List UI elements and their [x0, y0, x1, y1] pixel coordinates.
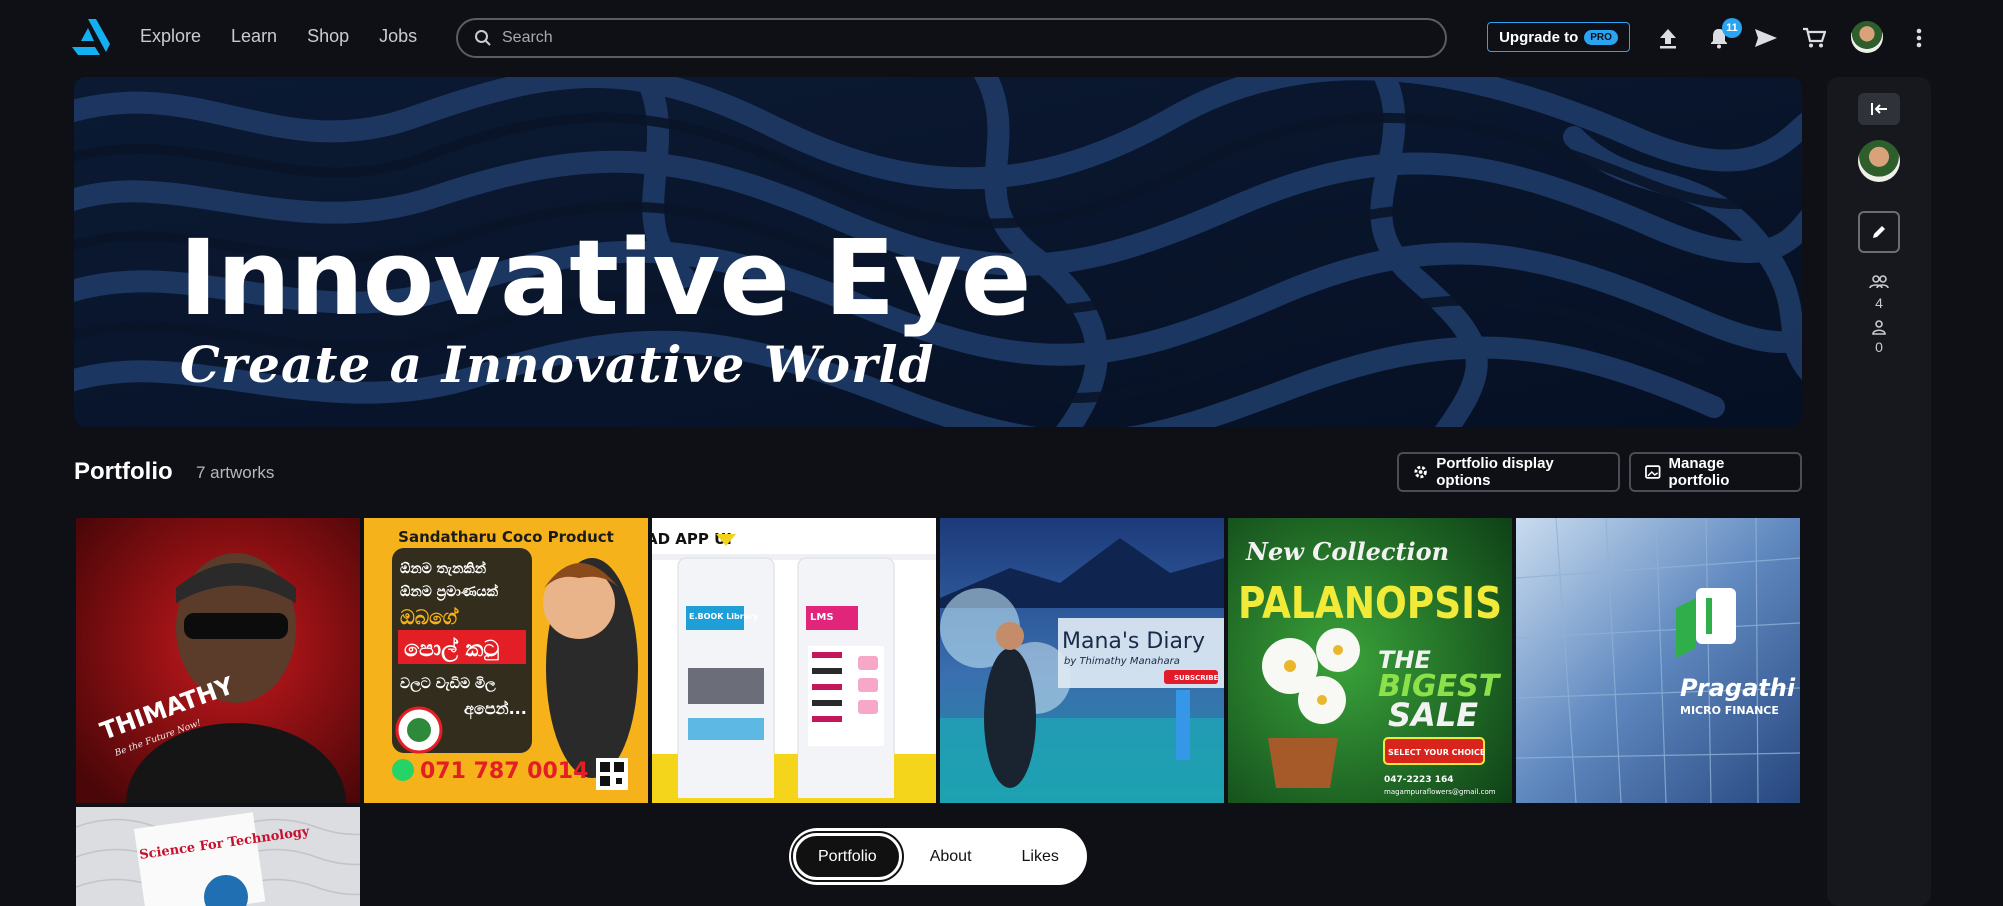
artwork-card[interactable]: THIMATHY Be the Future Now!	[76, 518, 360, 803]
manage-portfolio-label: Manage portfolio	[1668, 455, 1730, 489]
artwork-palanopsis-top: New Collection	[1245, 537, 1449, 566]
artwork-appui-label: LMS	[810, 612, 834, 623]
nav-learn[interactable]: Learn	[231, 26, 277, 47]
nav-explore[interactable]: Explore	[140, 26, 201, 47]
artwork-palanopsis-phone: 047-2223 164	[1384, 775, 1454, 785]
artwork-sandatharu-line: පොල් කටු	[404, 636, 499, 663]
send-icon[interactable]	[1752, 24, 1780, 52]
artwork-card[interactable]: Science For Technology	[76, 807, 360, 906]
artwork-sandatharu-phone: 071 787 0014	[420, 759, 588, 784]
top-bar: Explore Learn Shop Jobs Upgrade to PRO 1…	[0, 0, 2003, 76]
artwork-card[interactable]: Sandatharu Coco Product ඕනම තැනකින් ඕනම …	[364, 518, 648, 803]
artwork-manasdiary-title: Mana's Diary	[1062, 629, 1205, 654]
artwork-palanopsis-line3: SALE	[1388, 696, 1478, 734]
sidebar-avatar[interactable]	[1858, 140, 1900, 182]
artwork-card[interactable]: AD APP UI E.BOOK Library LMS	[652, 518, 936, 803]
tab-portfolio[interactable]: Portfolio	[791, 831, 904, 882]
artwork-sandatharu-title: Sandatharu Coco Product	[398, 528, 614, 546]
artwork-card[interactable]: Mana's Diary by Thimathy Manahara SUBSCR…	[940, 518, 1224, 803]
artwork-sandatharu-line: ඔබගේ	[400, 605, 459, 629]
profile-sidebar: 4 0	[1827, 77, 1931, 906]
image-icon	[1645, 465, 1661, 479]
artwork-palanopsis-tag: SELECT YOUR CHOICE	[1388, 748, 1485, 757]
collapse-sidebar-button[interactable]	[1858, 93, 1900, 125]
artwork-sandatharu-line: ඕනම තැනකින්	[400, 560, 487, 577]
artstation-logo-icon[interactable]	[72, 19, 110, 55]
artwork-manasdiary-sub: by Thimathy Manahara	[1064, 656, 1180, 667]
edit-profile-button[interactable]	[1858, 211, 1900, 253]
following-icon	[1872, 320, 1886, 335]
artwork-card[interactable]: Pragathi MICRO FINANCE	[1516, 518, 1800, 803]
search-icon	[475, 30, 491, 46]
upgrade-label: Upgrade to	[1499, 28, 1579, 46]
tab-likes[interactable]: Likes	[1000, 833, 1081, 880]
artwork-sandatharu-line: ඕනම ප්‍රමාණයක්	[400, 583, 499, 602]
nav-jobs[interactable]: Jobs	[379, 26, 417, 47]
display-options-label: Portfolio display options	[1436, 455, 1554, 489]
following-count: 0	[1875, 339, 1883, 355]
collapse-icon	[1871, 103, 1887, 115]
pro-badge: PRO	[1584, 29, 1618, 45]
portfolio-title: Portfolio	[74, 458, 173, 485]
artwork-pragathi-title: Pragathi	[1680, 674, 1796, 702]
pencil-icon	[1873, 226, 1885, 238]
artwork-palanopsis-email: magampuraflowers@gmail.com	[1384, 788, 1496, 796]
search-input[interactable]	[502, 29, 1402, 47]
artwork-manasdiary-button: SUBSCRIBE	[1174, 674, 1219, 682]
upgrade-button[interactable]: Upgrade to PRO	[1487, 22, 1630, 52]
artwork-sandatharu-line: අපෙන්...	[464, 699, 527, 720]
search-bar[interactable]	[456, 18, 1447, 58]
artwork-appui-title: AD APP UI	[652, 530, 732, 548]
artwork-appui-label: E.BOOK Library	[689, 612, 759, 621]
artwork-palanopsis-title: PALANOPSIS	[1238, 578, 1502, 629]
artwork-count: 7 artworks	[196, 463, 275, 482]
manage-portfolio-button[interactable]: Manage portfolio	[1629, 452, 1802, 492]
artwork-sandatharu-line: වලට වැඩිම මිල	[400, 676, 496, 693]
followers-count: 4	[1875, 295, 1883, 311]
profile-tabs: Portfolio About Likes	[789, 828, 1087, 885]
nav-shop[interactable]: Shop	[307, 26, 349, 47]
artwork-card[interactable]: New Collection PALANOPSIS THE BIGEST SAL…	[1228, 518, 1512, 803]
more-menu-icon[interactable]	[1905, 24, 1933, 52]
cart-icon[interactable]	[1800, 24, 1828, 52]
tab-about[interactable]: About	[908, 833, 994, 880]
banner-subtitle: Create a Innovative World	[180, 335, 935, 394]
portfolio-display-options-button[interactable]: Portfolio display options	[1397, 452, 1620, 492]
gear-icon	[1414, 465, 1427, 479]
followers-icon	[1869, 275, 1889, 289]
artwork-pragathi-sub: MICRO FINANCE	[1680, 704, 1779, 717]
user-avatar[interactable]	[1851, 21, 1883, 53]
banner-title: Innovative Eye	[179, 217, 1031, 339]
notification-badge: 11	[1722, 18, 1742, 38]
profile-banner: Innovative Eye Create a Innovative World	[74, 77, 1802, 427]
upload-icon[interactable]	[1654, 24, 1682, 52]
main-nav: Explore Learn Shop Jobs	[140, 26, 417, 47]
